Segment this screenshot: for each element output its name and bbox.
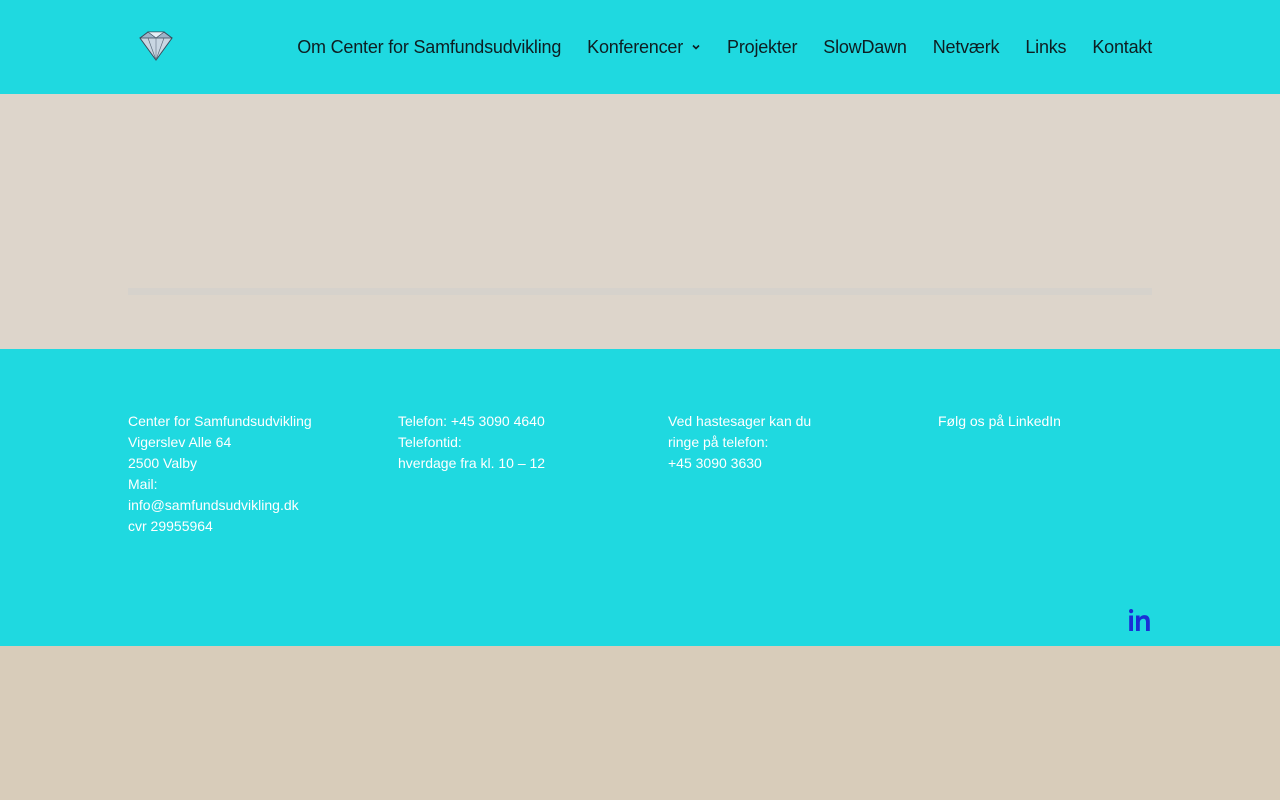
nav-item-netvaerk[interactable]: Netværk <box>933 37 1000 58</box>
linkedin-icon <box>1129 609 1150 631</box>
org-name: Center for Samfundsudvikling <box>128 413 312 429</box>
linkedin-follow-link[interactable]: Følg os på LinkedIn <box>938 413 1061 429</box>
nav-item-label: Konferencer <box>587 36 684 57</box>
street-address: Vigerslev Alle 64 <box>128 434 232 450</box>
main-content <box>0 94 1280 349</box>
email-link[interactable]: info@samfundsudvikling.dk <box>128 497 299 513</box>
footer-social: Følg os på LinkedIn <box>938 411 1178 432</box>
linkedin-button[interactable] <box>1128 607 1152 633</box>
urgent-phone: +45 3090 3630 <box>668 455 762 471</box>
phone-number: Telefon: +45 3090 4640 <box>398 413 545 429</box>
site-header: Om Center for Samfundsudvikling Konferen… <box>0 0 1280 94</box>
phone-hours-label: Telefontid: <box>398 434 462 450</box>
footer-urgent: Ved hastesager kan du ringe på telefon: … <box>668 411 908 474</box>
nav-item-links[interactable]: Links <box>1025 37 1066 58</box>
nav-item-konferencer[interactable]: Konferencer <box>587 37 701 58</box>
nav-item-label: Netværk <box>932 36 1000 57</box>
mail-label: Mail: <box>128 476 158 492</box>
content-divider <box>128 288 1152 295</box>
site-footer: Center for Samfundsudvikling Vigerslev A… <box>0 349 1280 646</box>
nav-item-projekter[interactable]: Projekter <box>727 37 797 58</box>
phone-hours: hverdage fra kl. 10 – 12 <box>398 455 546 471</box>
logo[interactable] <box>132 30 180 62</box>
urgent-text-2: ringe på telefon: <box>668 434 769 450</box>
nav-item-slowdawn[interactable]: SlowDawn <box>823 36 907 58</box>
footer-phone: Telefon: +45 3090 4640 Telefontid: hverd… <box>398 411 638 474</box>
chevron-down-icon <box>692 44 700 50</box>
footer-address: Center for Samfundsudvikling Vigerslev A… <box>128 411 368 537</box>
cvr-number: cvr 29955964 <box>128 518 213 534</box>
main-nav: Om Center for Samfundsudvikling Konferen… <box>297 0 1152 94</box>
nav-item-label: Projekter <box>727 36 798 57</box>
nav-item-label: Links <box>1025 36 1067 57</box>
nav-item-label: Om Center for Samfundsudvikling <box>297 36 562 57</box>
diamond-icon <box>139 31 173 61</box>
nav-item-label: SlowDawn <box>823 36 907 57</box>
urgent-text-1: Ved hastesager kan du <box>668 413 812 429</box>
nav-item-kontakt[interactable]: Kontakt <box>1092 37 1152 58</box>
page-bottom-background <box>0 646 1280 800</box>
nav-item-label: Kontakt <box>1092 36 1152 57</box>
postal-city: 2500 Valby <box>128 455 198 471</box>
nav-item-om-center[interactable]: Om Center for Samfundsudvikling <box>297 37 561 58</box>
